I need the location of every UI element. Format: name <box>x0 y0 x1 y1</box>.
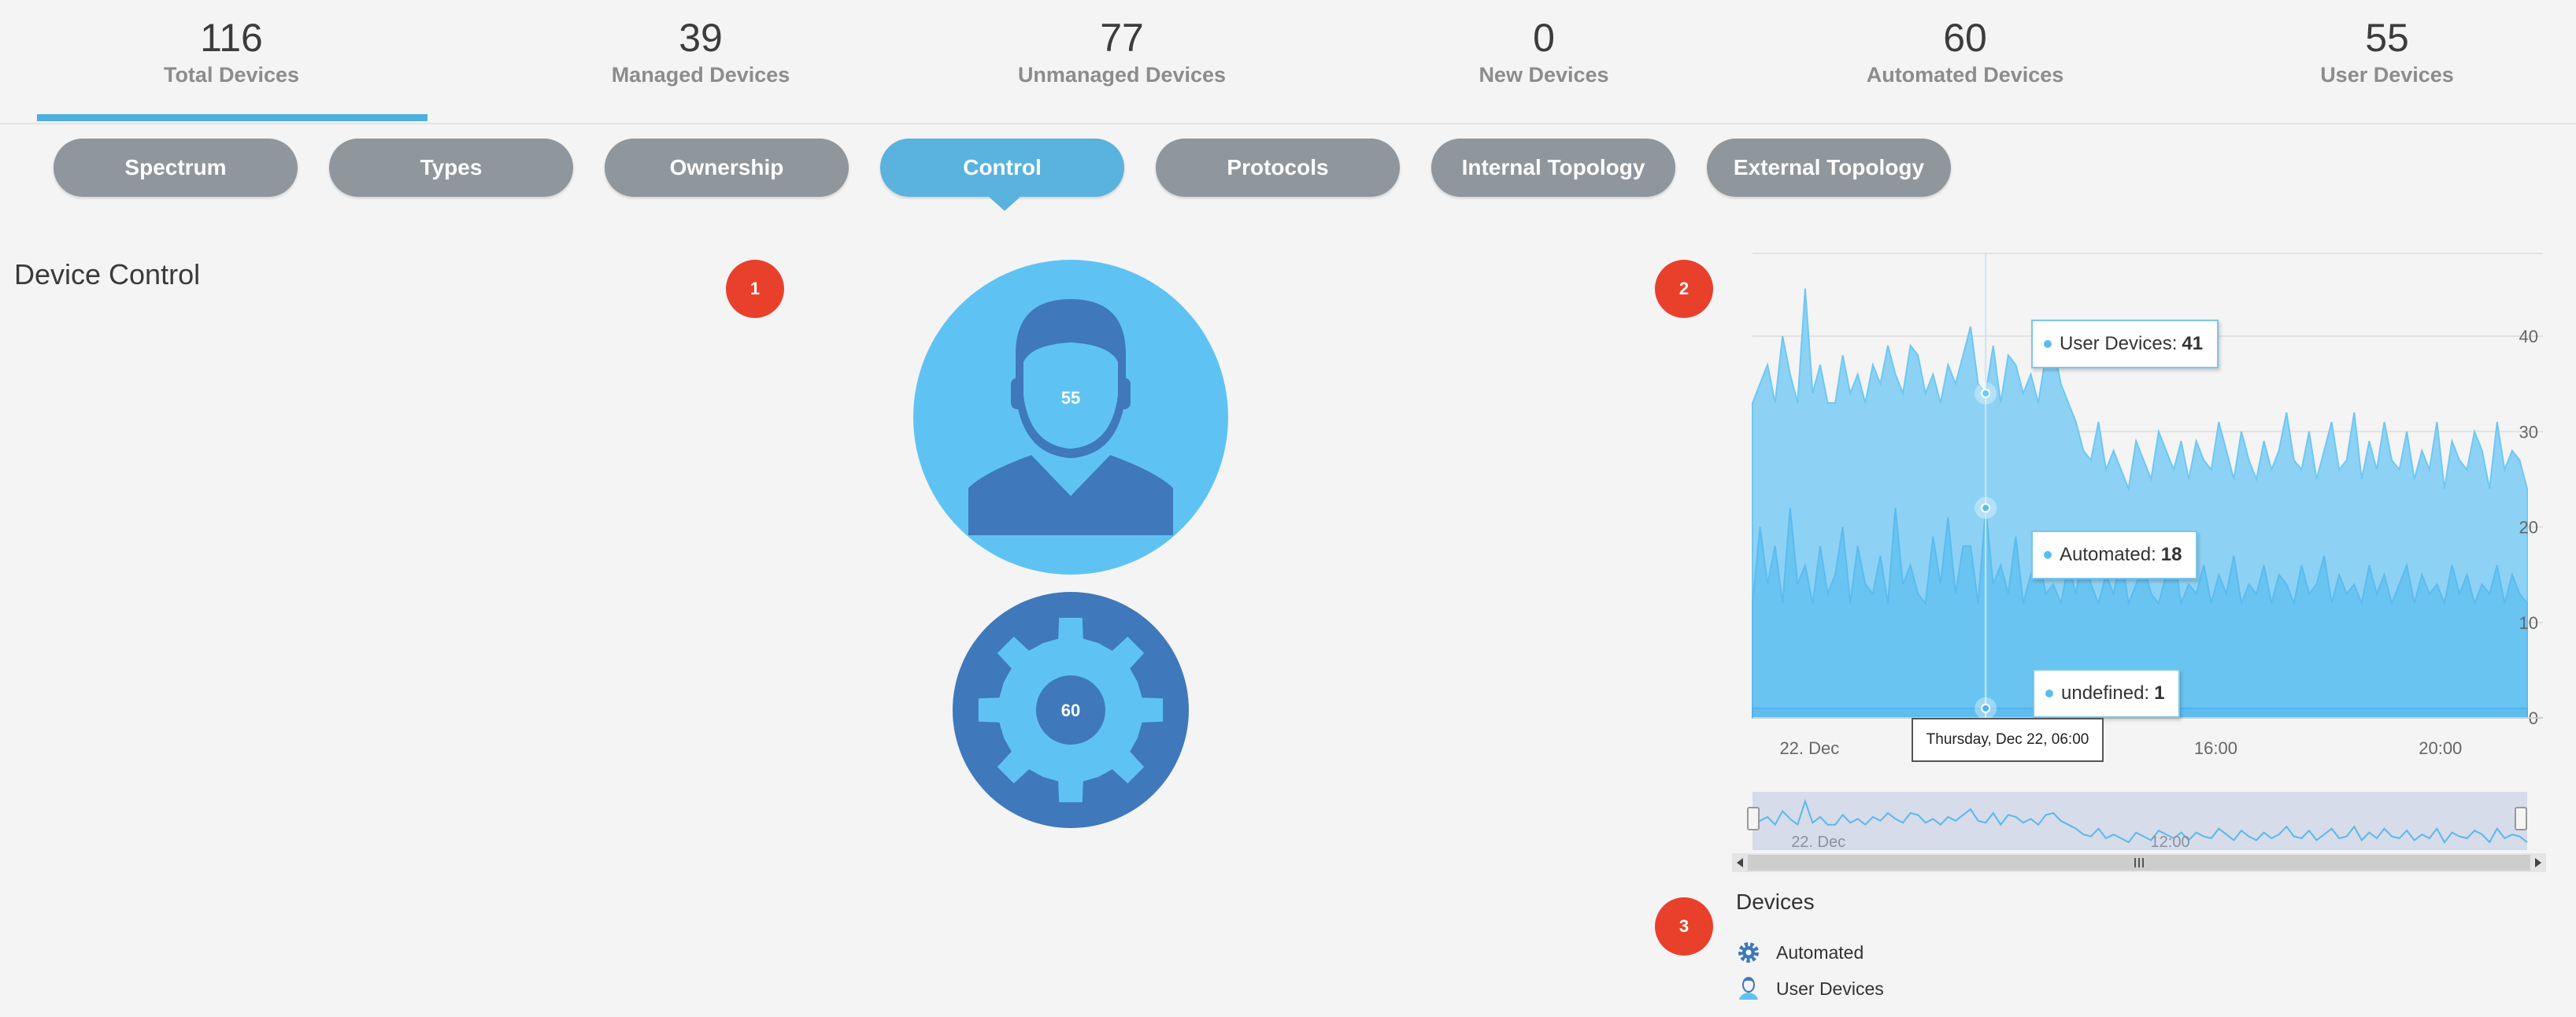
stat-new-devices[interactable]: 0 New Devices <box>1349 14 1738 88</box>
y-tick-label: 30 <box>2519 422 2538 442</box>
automated-devices-circle[interactable]: 60 <box>953 592 1189 828</box>
legend-item-automated[interactable]: Automated <box>1737 938 1864 967</box>
legend-label: User Devices <box>1776 978 1884 999</box>
user-devices-circle[interactable]: 55 <box>913 260 1228 575</box>
stat-label: User Devices <box>2320 63 2454 87</box>
tooltip-date: Thursday, Dec 22, 06:00 <box>1912 718 2104 762</box>
tooltip-value: 1 <box>2154 682 2165 704</box>
active-stat-indicator <box>37 114 427 121</box>
x-axis: 22. Dec12:0016:0020:00 <box>1752 717 2543 758</box>
stats-bar: 116 Total Devices 39 Managed Devices 77 … <box>0 0 2576 124</box>
x-tick-label: 20:00 <box>2419 738 2462 758</box>
page-title: Device Control <box>14 258 201 290</box>
tooltip-label: Automated: <box>2060 544 2156 565</box>
tooltip-label: User Devices: <box>2060 333 2178 354</box>
step-badge-3: 3 <box>1655 897 1713 956</box>
x-tick-label: 22. Dec <box>1779 738 1839 758</box>
gear-icon <box>1738 942 1759 963</box>
stat-label: Automated Devices <box>1866 63 2064 87</box>
stat-value: 39 <box>679 16 723 60</box>
x-tick-label: 16:00 <box>2194 738 2237 758</box>
tab-bar: Spectrum Types Ownership Control Protoco… <box>0 139 2576 211</box>
hover-point <box>1981 703 1991 713</box>
hover-point <box>1981 503 1991 513</box>
stat-user-devices[interactable]: 55 User Devices <box>2193 14 2576 88</box>
step-badge-2: 2 <box>1655 260 1713 318</box>
y-tick-label: 40 <box>2519 327 2538 346</box>
stat-label: Unmanaged Devices <box>1017 63 1227 87</box>
tooltip-automated: Automated: 18 <box>2031 531 2198 579</box>
stat-unmanaged-devices[interactable]: 77 Unmanaged Devices <box>927 14 1316 88</box>
series-dot <box>2044 551 2052 559</box>
stat-value: 116 <box>200 16 263 60</box>
series-dot <box>2044 340 2052 348</box>
active-tab-pointer <box>989 197 1020 211</box>
tab-control[interactable]: Control <box>880 139 1124 197</box>
automated-count: 60 <box>1061 701 1080 720</box>
stat-label: New Devices <box>1479 63 1609 87</box>
tooltip-undefined: undefined: 1 <box>2033 669 2181 718</box>
tab-ownership[interactable]: Ownership <box>605 139 849 197</box>
legend-title: Devices <box>1736 889 1815 914</box>
tab-types[interactable]: Types <box>329 139 573 197</box>
series-dot <box>2045 690 2053 697</box>
tab-internal-topology[interactable]: Internal Topology <box>1431 139 1675 197</box>
navigator-handle[interactable] <box>1747 807 1760 830</box>
stat-value: 60 <box>1943 16 1987 60</box>
user-icon <box>1739 977 1758 1000</box>
navigator-handle[interactable] <box>2515 807 2527 830</box>
tooltip-value: 18 <box>2160 544 2182 565</box>
stat-value: 55 <box>2365 16 2409 60</box>
chart-navigator[interactable]: 22. Dec 12:00 <box>1732 792 2546 872</box>
tooltip-value: 41 <box>2182 333 2204 354</box>
tooltip-label: undefined: <box>2061 682 2150 704</box>
y-tick-label: 10 <box>2519 613 2538 633</box>
stat-label: Managed Devices <box>611 63 790 87</box>
stat-value: 0 <box>1533 16 1555 60</box>
user-count: 55 <box>1061 388 1080 408</box>
navigator-tick-label: 12:00 <box>2151 834 2190 851</box>
tooltip-user-devices: User Devices: 41 <box>2031 320 2219 368</box>
tab-external-topology[interactable]: External Topology <box>1707 139 1951 197</box>
legend-item-user-devices[interactable]: User Devices <box>1737 974 1884 1003</box>
stat-total-devices[interactable]: 116 Total Devices <box>37 14 426 88</box>
hover-point <box>1981 388 1991 398</box>
stat-label: Total Devices <box>163 63 300 87</box>
tab-spectrum[interactable]: Spectrum <box>54 139 298 197</box>
tab-protocols[interactable]: Protocols <box>1156 139 1400 197</box>
stat-automated-devices[interactable]: 60 Automated Devices <box>1771 14 2160 88</box>
step-badge-1: 1 <box>726 260 784 318</box>
y-tick-label: 20 <box>2519 518 2538 538</box>
legend-label: Automated <box>1776 941 1864 963</box>
stat-managed-devices[interactable]: 39 Managed Devices <box>506 14 895 88</box>
navigator-tick-label: 22. Dec <box>1791 834 1845 851</box>
stat-value: 77 <box>1100 16 1144 60</box>
